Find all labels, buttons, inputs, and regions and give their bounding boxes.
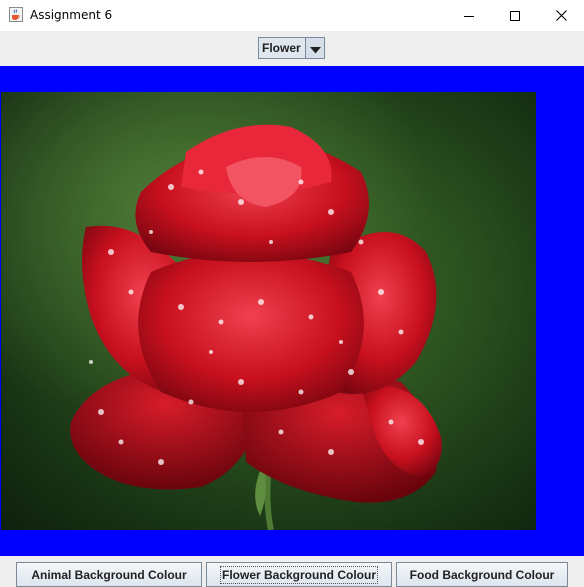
title-bar[interactable]: Assignment 6 bbox=[0, 0, 584, 31]
maximize-icon bbox=[510, 6, 520, 25]
animal-button-label: Animal Background Colour bbox=[31, 567, 187, 582]
category-dropdown[interactable]: Flower bbox=[258, 37, 325, 59]
food-background-button[interactable]: Food Background Colour bbox=[396, 562, 568, 587]
dropdown-selected-value: Flower bbox=[262, 41, 301, 55]
selector-bar: Flower bbox=[0, 31, 584, 66]
food-button-label: Food Background Colour bbox=[409, 567, 555, 582]
flower-button-label: Flower Background Colour bbox=[219, 565, 379, 584]
flower-background-button[interactable]: Flower Background Colour bbox=[206, 562, 392, 587]
close-button[interactable] bbox=[538, 0, 584, 31]
animal-background-button[interactable]: Animal Background Colour bbox=[16, 562, 202, 587]
window-title: Assignment 6 bbox=[30, 8, 113, 22]
minimize-icon bbox=[464, 6, 474, 25]
close-icon bbox=[555, 6, 567, 25]
minimize-button[interactable] bbox=[446, 0, 492, 31]
dropdown-arrow-button[interactable] bbox=[305, 38, 324, 58]
maximize-button[interactable] bbox=[492, 0, 538, 31]
button-bar: Animal Background Colour Flower Backgrou… bbox=[0, 556, 584, 587]
chevron-down-icon bbox=[309, 39, 321, 58]
flower-image bbox=[1, 92, 536, 530]
app-window: Assignment 6 Flower Animal Background Co… bbox=[0, 0, 584, 587]
java-cup-icon bbox=[9, 7, 23, 22]
